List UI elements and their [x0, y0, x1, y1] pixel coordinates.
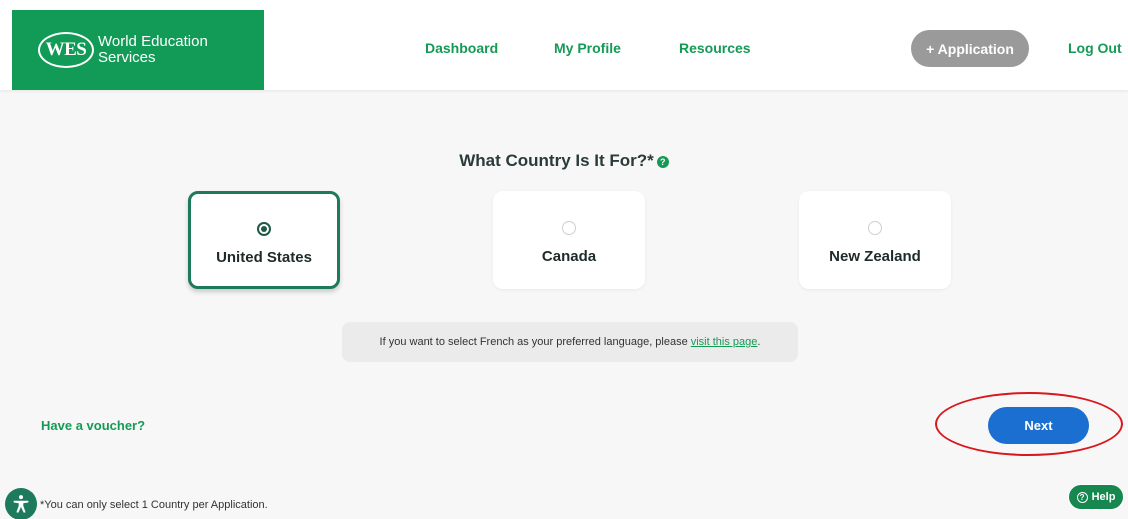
next-button[interactable]: Next	[988, 407, 1089, 444]
help-button[interactable]: ? Help	[1068, 484, 1124, 510]
logo-line-2: Services	[98, 49, 156, 66]
radio-new-zealand[interactable]	[868, 221, 882, 235]
wes-logo[interactable]: WES World Education Services	[12, 10, 264, 90]
help-button-label: Help	[1091, 491, 1116, 503]
top-header: WES World Education Services Dashboard M…	[0, 0, 1128, 90]
question-help-icon[interactable]: ?	[656, 156, 669, 168]
country-card-united-states[interactable]: United States	[188, 191, 340, 289]
radio-united-states[interactable]	[257, 222, 271, 236]
nav-dashboard[interactable]: Dashboard	[425, 40, 498, 56]
wes-logo-mark: WES	[38, 32, 94, 68]
page-title-text: What Country Is It For?*	[459, 151, 654, 170]
question-circle-icon: ?	[1076, 491, 1088, 503]
notice-text: If you want to select French as your pre…	[379, 336, 688, 348]
accessibility-icon	[13, 495, 29, 513]
page-title: What Country Is It For?*?	[0, 151, 1128, 171]
add-application-button[interactable]: + Application	[911, 30, 1029, 67]
logout-link[interactable]: Log Out	[1068, 40, 1122, 56]
visit-this-page-link[interactable]: visit this page	[691, 336, 758, 348]
wes-logo-text: World Education Services	[98, 34, 208, 66]
country-label: New Zealand	[829, 248, 921, 265]
nav-my-profile[interactable]: My Profile	[554, 40, 621, 56]
footnote-text: *You can only select 1 Country per Appli…	[40, 499, 268, 511]
accessibility-button[interactable]	[5, 488, 37, 519]
radio-canada[interactable]	[562, 221, 576, 235]
country-card-canada[interactable]: Canada	[493, 191, 645, 289]
notice-period: .	[757, 336, 761, 348]
country-card-new-zealand[interactable]: New Zealand	[799, 191, 951, 289]
nav-resources[interactable]: Resources	[679, 40, 751, 56]
country-label: Canada	[541, 248, 597, 265]
french-language-notice: If you want to select French as your pre…	[342, 322, 798, 362]
have-voucher-link[interactable]: Have a voucher?	[41, 418, 145, 433]
country-label: United States	[216, 249, 312, 266]
logo-line-1: World Education	[98, 33, 208, 50]
